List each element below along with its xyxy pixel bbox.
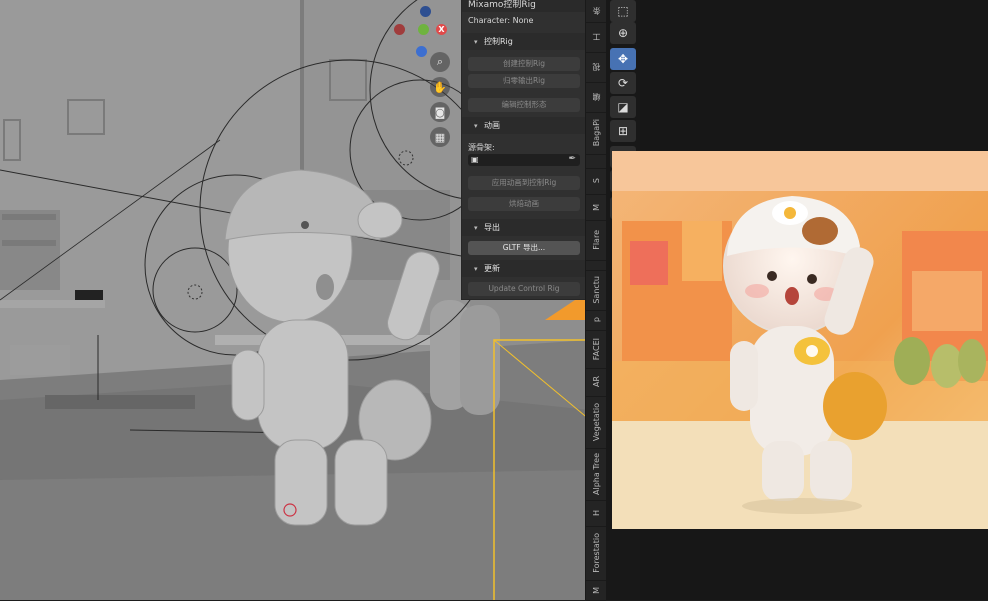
- sidebar-tab[interactable]: 视: [586, 52, 606, 83]
- section-label: 导出: [484, 223, 500, 232]
- sidebar-tab[interactable]: 工: [586, 22, 606, 53]
- sidebar-tab[interactable]: p: [586, 310, 606, 331]
- section-label: 更新: [484, 264, 500, 273]
- update-control-rig-button[interactable]: Update Control Rig: [468, 282, 580, 296]
- section-label: 控制Rig: [484, 37, 513, 46]
- section-animation[interactable]: ▾ 动画: [462, 117, 586, 134]
- sidebar-tab[interactable]: M: [586, 580, 606, 601]
- sidebar-tab-label: 工: [591, 33, 601, 41]
- sidebar-tab[interactable]: BagaPi: [586, 112, 606, 155]
- viewport-navigation-tools: ⌕ ✋ ◙ ▦: [430, 52, 452, 152]
- sidebar-tab-label: Alpha Tree: [591, 453, 601, 495]
- cursor-icon[interactable]: ⊕: [610, 22, 636, 44]
- sidebar-tab[interactable]: Flare: [586, 220, 606, 261]
- render-preview-image: [612, 151, 988, 529]
- sidebar-tab[interactable]: S: [586, 168, 606, 195]
- sidebar-tab[interactable]: FACEI: [586, 330, 606, 369]
- camera-icon[interactable]: ◙: [430, 102, 450, 122]
- gizmo-neg-x-icon[interactable]: [394, 24, 405, 35]
- sidebar-tab[interactable]: Sanctu: [586, 270, 606, 311]
- sidebar-tab-label: S: [591, 178, 601, 184]
- sidebar-tab-label: Flare: [591, 230, 601, 250]
- gizmo-neg-z-icon[interactable]: [420, 6, 431, 17]
- character-label: Character: None: [468, 16, 534, 25]
- navigation-gizmo[interactable]: X: [390, 6, 460, 58]
- sidebar-tab[interactable]: AR: [586, 368, 606, 397]
- sidebar-tab-label: M: [591, 586, 601, 594]
- sidebar-tab-label: 编: [591, 93, 601, 101]
- hand-pan-icon[interactable]: ✋: [430, 77, 450, 97]
- move-icon[interactable]: ✥: [610, 48, 636, 70]
- section-control-rig[interactable]: ▾ 控制Rig: [462, 33, 586, 50]
- sidebar-tab-label: Forestatio: [591, 533, 601, 573]
- zero-out-rig-button[interactable]: 归零输出Rig: [468, 74, 580, 88]
- armature-icon: ▣: [471, 155, 479, 164]
- sidebar-tab-label: p: [591, 317, 601, 323]
- rotate-icon[interactable]: ⟳: [610, 72, 636, 94]
- sidebar-tab-label: AR: [591, 376, 601, 388]
- sidebar-tab-label: 视: [591, 63, 601, 71]
- sidebar-tab-label: BagaPi: [591, 119, 601, 147]
- sidebar-tab[interactable]: [586, 154, 606, 169]
- zoom-icon[interactable]: ⌕: [430, 52, 450, 72]
- sidebar-tabs: 条工视编 BagaPi S M Flare Sanctu p FACEI AR Vegetatio…: [585, 0, 606, 601]
- select-box-icon[interactable]: ⬚: [610, 0, 636, 22]
- scale-icon[interactable]: ◪: [610, 96, 636, 118]
- mixamo-rig-panel: Mixamo控制Rig Character: None ▾ 控制Rig 创建控制R…: [461, 0, 586, 300]
- sidebar-tab-label: 条: [591, 7, 601, 15]
- sidebar-tab-label: M: [591, 203, 601, 211]
- source-armature-field[interactable]: ▣ ✒: [468, 154, 580, 166]
- sidebar-tab-label: Vegetatio: [591, 402, 601, 442]
- sidebar-tab[interactable]: 编: [586, 82, 606, 113]
- chevron-down-icon: ▾: [474, 38, 478, 46]
- sidebar-tab[interactable]: M: [586, 194, 606, 221]
- eyedropper-icon[interactable]: ✒: [568, 154, 576, 164]
- sidebar-tab-label: H: [591, 509, 601, 516]
- chevron-down-icon: ▾: [474, 224, 478, 232]
- transform-icon[interactable]: ⊞: [610, 120, 636, 142]
- chevron-down-icon: ▾: [474, 265, 478, 273]
- section-export[interactable]: ▾ 导出: [462, 219, 586, 236]
- sidebar-tab[interactable]: Alpha Tree: [586, 448, 606, 501]
- panel-title: Mixamo控制Rig: [462, 0, 586, 12]
- gizmo-y-icon[interactable]: [418, 24, 429, 35]
- sidebar-tab[interactable]: 条: [586, 0, 606, 23]
- grid-icon[interactable]: ▦: [430, 127, 450, 147]
- sidebar-tab[interactable]: Forestatio: [586, 526, 606, 581]
- source-armature-label: 源骨架:: [468, 143, 495, 152]
- edit-control-shape-button[interactable]: 编辑控制形态: [468, 98, 580, 112]
- chevron-down-icon: ▾: [474, 122, 478, 130]
- gltf-export-button[interactable]: GLTF 导出...: [468, 241, 580, 255]
- sidebar-tab-label: FACEI: [591, 337, 601, 361]
- gizmo-x-icon[interactable]: X: [436, 24, 447, 35]
- apply-animation-button[interactable]: 应用动画到控制Rig: [468, 176, 580, 190]
- section-update[interactable]: ▾ 更新: [462, 260, 586, 277]
- create-control-rig-button[interactable]: 创建控制Rig: [468, 57, 580, 71]
- gizmo-z-icon[interactable]: [416, 46, 427, 57]
- bake-animation-button[interactable]: 烘焙动画: [468, 197, 580, 211]
- sidebar-tab[interactable]: H: [586, 500, 606, 527]
- sidebar-tab[interactable]: Vegetatio: [586, 396, 606, 449]
- sidebar-tab-label: Sanctu: [591, 276, 601, 304]
- section-label: 动画: [484, 121, 500, 130]
